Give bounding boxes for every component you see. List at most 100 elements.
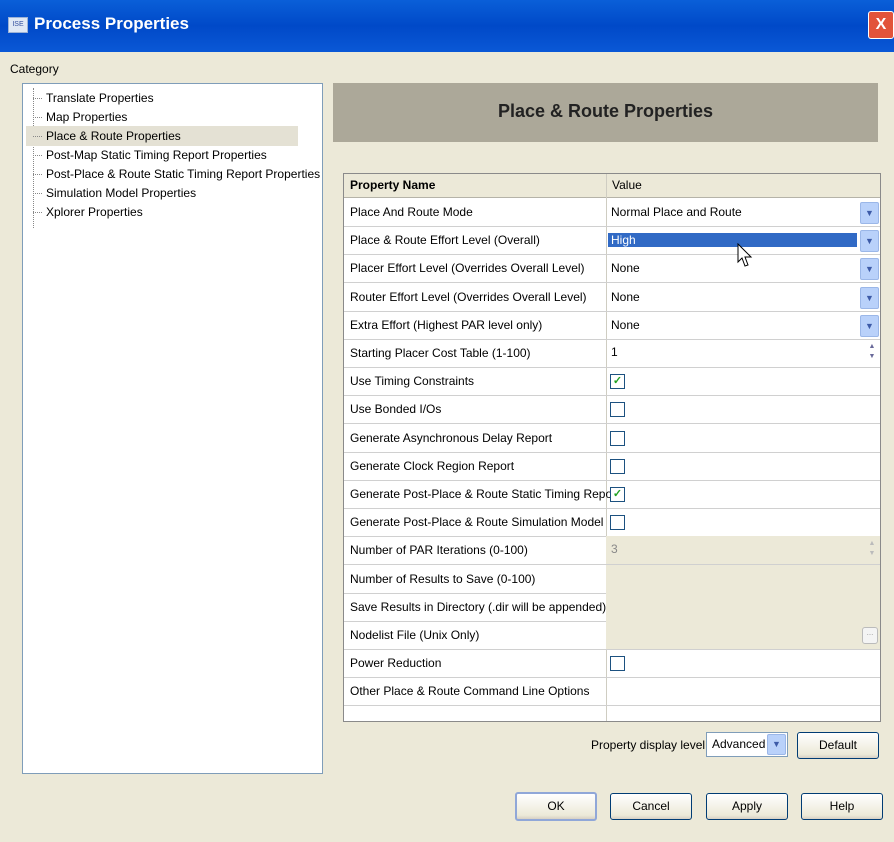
unchecked-checkbox[interactable] xyxy=(610,656,625,672)
combo-box[interactable]: None ▼ xyxy=(606,312,880,338)
category-item[interactable]: Simulation Model Properties xyxy=(26,183,196,203)
ok-button[interactable]: OK xyxy=(515,792,597,821)
value-text-field[interactable] xyxy=(606,677,880,705)
value-combo[interactable]: None ▼ xyxy=(606,311,880,339)
disabled-value-cell xyxy=(606,592,880,621)
spin-buttons[interactable]: ▲ ▼ xyxy=(866,342,878,362)
value-cell[interactable] xyxy=(606,424,880,452)
category-item[interactable]: Place & Route Properties xyxy=(26,126,298,146)
property-row: Use Bonded I/Os xyxy=(344,395,880,425)
checked-checkbox[interactable]: ✓ xyxy=(610,374,625,390)
value-header: Value xyxy=(612,178,642,192)
category-item-label: Post-Map Static Timing Report Properties xyxy=(46,148,267,162)
panel-title: Place & Route Properties xyxy=(497,101,714,121)
disabled-value-cell: ... xyxy=(606,621,880,649)
mouse-cursor-icon xyxy=(737,243,753,267)
chevron-down-icon[interactable]: ▼ xyxy=(767,734,786,755)
unchecked-checkbox[interactable] xyxy=(610,402,625,418)
property-name: Generate Clock Region Report xyxy=(350,458,515,473)
tree-connector xyxy=(33,136,42,138)
tree-connector xyxy=(33,117,42,119)
property-name: Generate Asynchronous Delay Report xyxy=(350,430,553,445)
property-row: Generate Clock Region Report xyxy=(344,452,880,481)
combo-value: None xyxy=(611,289,640,304)
value-cell[interactable] xyxy=(606,649,880,677)
property-name: Router Effort Level (Overrides Overall L… xyxy=(350,289,587,304)
property-name: Number of Results to Save (0-100) xyxy=(350,571,536,586)
combo-value: None xyxy=(611,261,640,276)
category-item[interactable]: Post-Place & Route Static Timing Report … xyxy=(26,164,320,184)
property-row: Place & Route Effort Level (Overall) High… xyxy=(344,226,880,256)
property-name: Starting Placer Cost Table (1-100) xyxy=(350,346,531,360)
unchecked-checkbox[interactable] xyxy=(610,430,625,446)
property-name: Power Reduction xyxy=(350,656,442,671)
combo-box[interactable]: None ▼ xyxy=(606,284,880,310)
panel-header: Place & Route Properties xyxy=(333,83,878,142)
property-name: Generate Post-Place & Route Static Timin… xyxy=(350,487,620,501)
category-item-label: Place & Route Properties xyxy=(46,129,181,143)
value-combo[interactable]: None ▼ xyxy=(606,283,880,311)
display-level-value: Advanced xyxy=(712,737,766,751)
chevron-down-icon[interactable]: ▼ xyxy=(860,286,879,309)
property-row: Placer Effort Level (Overrides Overall L… xyxy=(344,254,880,284)
property-row: Place And Route Mode Normal Place and Rou… xyxy=(344,198,880,227)
browse-button: ... xyxy=(862,627,878,644)
value-cell[interactable] xyxy=(606,395,880,423)
value-cell[interactable] xyxy=(606,452,880,480)
category-item[interactable]: Post-Map Static Timing Report Properties xyxy=(26,145,267,165)
cancel-button[interactable]: Cancel xyxy=(610,793,692,820)
display-level-select[interactable]: Advanced ▼ xyxy=(706,732,788,757)
property-name: Placer Effort Level (Overrides Overall L… xyxy=(350,261,585,276)
property-name: Generate Post-Place & Route Simulation M… xyxy=(350,515,604,530)
spinner-value: 3 xyxy=(611,542,618,557)
window-title: Process Properties xyxy=(34,14,189,33)
property-name: Use Timing Constraints xyxy=(350,374,475,389)
value-combo[interactable]: Normal Place and Route ▼ xyxy=(606,198,880,226)
category-item-label: Map Properties xyxy=(46,110,128,124)
property-name: Save Results in Directory (.dir will be … xyxy=(350,599,607,614)
apply-button[interactable]: Apply xyxy=(706,793,788,820)
combo-value: High xyxy=(608,233,857,248)
checked-checkbox[interactable]: ✓ xyxy=(610,487,625,502)
property-row: Save Results in Directory (.dir will be … xyxy=(344,592,880,622)
chevron-down-icon[interactable]: ▼ xyxy=(860,202,879,224)
value-cell[interactable]: ✓ xyxy=(606,480,880,508)
property-name: Extra Effort (Highest PAR level only) xyxy=(350,317,543,332)
tree-connector xyxy=(33,98,42,100)
property-row: Use Timing Constraints ✓ xyxy=(344,367,880,397)
property-row: Starting Placer Cost Table (1-100) 1 ▲ ▼ xyxy=(344,339,880,368)
tree-connector xyxy=(33,193,42,195)
category-item[interactable]: Translate Properties xyxy=(26,88,154,108)
close-button[interactable]: X xyxy=(868,11,894,39)
combo-box[interactable]: Normal Place and Route ▼ xyxy=(606,199,880,225)
combo-value: Normal Place and Route xyxy=(611,205,742,219)
property-name: Other Place & Route Command Line Options xyxy=(350,684,590,699)
spin-buttons: ▲ ▼ xyxy=(866,539,878,559)
unchecked-checkbox[interactable] xyxy=(610,458,625,474)
value-cell[interactable] xyxy=(606,508,880,536)
property-name: Nodelist File (Unix Only) xyxy=(350,628,480,642)
disabled-value-cell xyxy=(606,564,880,593)
tree-connector xyxy=(33,174,42,176)
property-name-header: Property Name xyxy=(350,178,436,192)
chevron-down-icon[interactable]: ▼ xyxy=(860,258,879,281)
default-button[interactable]: Default xyxy=(797,732,879,759)
property-row: Power Reduction xyxy=(344,649,880,679)
category-item-label: Xplorer Properties xyxy=(46,205,143,219)
category-item-label: Translate Properties xyxy=(46,91,154,105)
value-cell[interactable]: ✓ xyxy=(606,367,880,395)
property-row: Number of Results to Save (0-100) xyxy=(344,564,880,594)
property-row: Number of PAR Iterations (0-100) 3 ▲ ▼ xyxy=(344,536,880,566)
chevron-down-icon[interactable]: ▼ xyxy=(860,230,879,253)
property-row: Router Effort Level (Overrides Overall L… xyxy=(344,283,880,312)
display-level-label: Property display level: xyxy=(591,738,709,752)
help-button[interactable]: Help xyxy=(801,793,883,820)
category-item-label: Post-Place & Route Static Timing Report … xyxy=(46,167,321,181)
category-tree: Translate Properties Map Properties Place … xyxy=(22,83,323,774)
unchecked-checkbox[interactable] xyxy=(610,515,625,531)
chevron-down-icon[interactable]: ▼ xyxy=(860,314,879,337)
value-spinner[interactable]: 1 ▲ ▼ xyxy=(606,339,880,367)
category-item[interactable]: Map Properties xyxy=(26,107,127,127)
category-item[interactable]: Xplorer Properties xyxy=(26,202,143,222)
combo-value: None xyxy=(611,317,640,332)
